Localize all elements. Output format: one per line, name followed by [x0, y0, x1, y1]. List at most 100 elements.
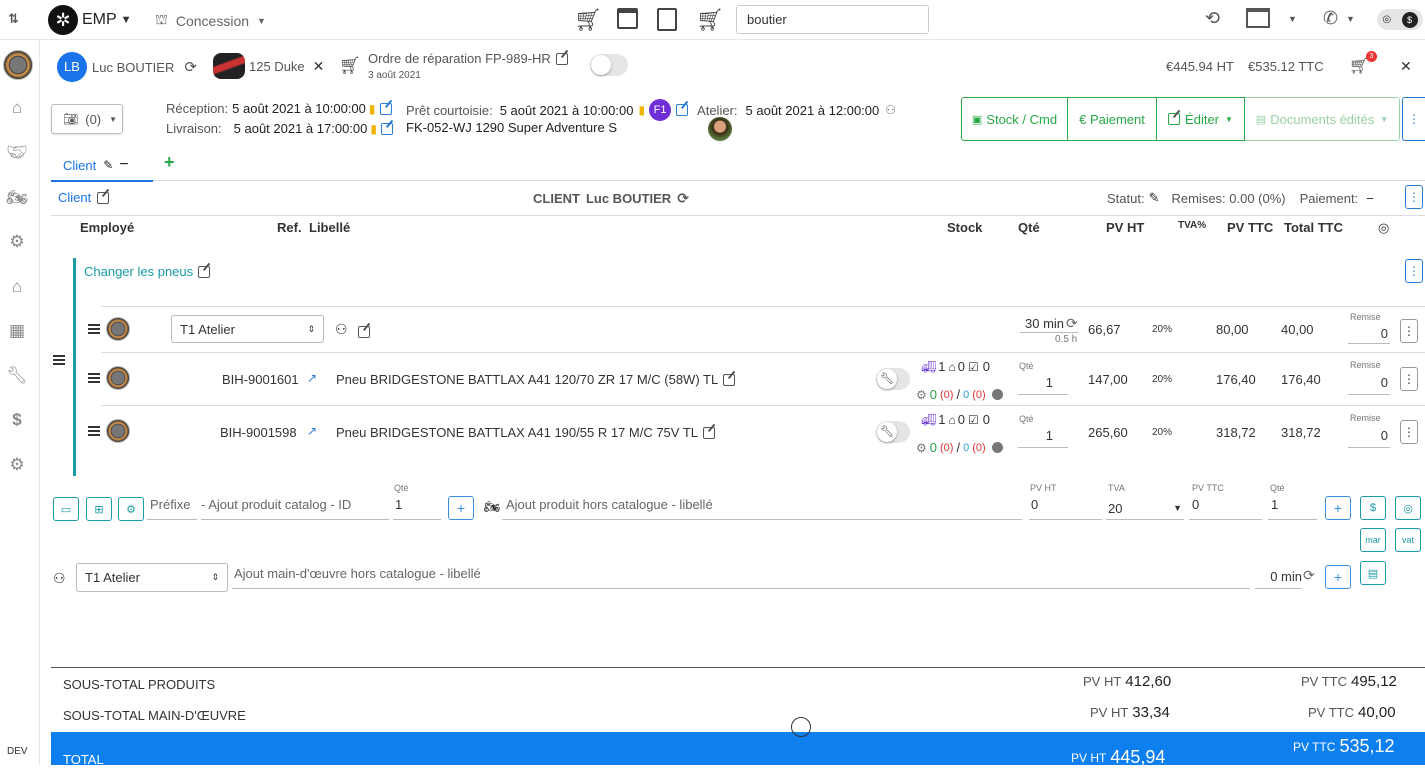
external-link-icon[interactable]: ↗ [307, 424, 317, 438]
home-icon[interactable]: ⌂ [6, 97, 28, 119]
edit-icon[interactable] [723, 373, 736, 386]
photos-dropdown[interactable]: 📷︎ (0) ▼ [51, 104, 123, 134]
garage-stock-icon[interactable] [1246, 8, 1270, 28]
row-menu[interactable]: ⋮ [1400, 420, 1418, 444]
editer-button[interactable]: Éditer ▼ [1157, 97, 1245, 141]
chevron-down-icon[interactable]: ▼ [1346, 14, 1355, 24]
vehicle-chip[interactable]: 125 Duke ✕ [213, 53, 324, 79]
comment-button[interactable]: ▭ [53, 497, 79, 521]
add-labor-atelier-select[interactable]: T1 Atelier ⇕ [76, 563, 228, 592]
edit-icon[interactable] [358, 325, 370, 338]
order-toggle[interactable] [590, 54, 628, 76]
paiement-button[interactable]: € Paiement [1068, 97, 1157, 141]
row-menu[interactable]: ⋮ [1400, 367, 1418, 391]
add-labor-input[interactable]: Ajout main-d'œuvre hors catalogue - libe… [232, 566, 1250, 589]
employee-avatar[interactable] [106, 366, 130, 390]
parts-button[interactable]: ⚙ [118, 497, 144, 521]
employee-avatar[interactable] [106, 317, 130, 341]
external-link-icon[interactable]: ↗ [307, 371, 317, 385]
close-icon[interactable]: ✕ [313, 58, 325, 75]
vat-button[interactable]: vat [1395, 528, 1421, 552]
refresh-icon[interactable]: ⟳ [184, 58, 197, 76]
documents-button[interactable]: ▤ Documents édités ▼ [1245, 97, 1400, 141]
stock-cmd-button[interactable]: ▣ Stock / Cmd [961, 97, 1068, 141]
product-qte-input[interactable]: 1 [1018, 375, 1068, 395]
hierarchy-button[interactable]: ⊞ [86, 497, 112, 521]
row-drag-handle[interactable] [88, 324, 100, 334]
currency-button[interactable]: $ [1360, 496, 1386, 520]
pvttc-input[interactable]: 0 [1189, 497, 1262, 520]
columns-settings-icon[interactable]: ◎ [1378, 220, 1389, 236]
user-settings-icon[interactable]: ⚇ [335, 321, 348, 338]
labor-atelier-select[interactable]: T1 Atelier ⇕ [171, 315, 324, 343]
minus-icon[interactable]: − [119, 156, 128, 174]
tva-select[interactable]: 20 ▼ [1106, 497, 1184, 520]
cart-moto-icon[interactable]: 🛒︎ [696, 7, 724, 33]
edit-icon[interactable] [380, 122, 393, 135]
calendar-moto-icon[interactable] [617, 8, 638, 29]
refresh-icon[interactable]: ⟳ [677, 190, 689, 207]
garage-icon[interactable]: ⌂ [6, 276, 28, 298]
product-ref[interactable]: BIH-9001598 [220, 425, 297, 440]
row-menu[interactable]: ⋮ [1400, 319, 1418, 343]
close-order-icon[interactable]: ✕ [1400, 58, 1412, 75]
edit-icon[interactable] [555, 52, 568, 65]
search-input[interactable] [737, 6, 928, 33]
edit-icon[interactable] [379, 102, 392, 115]
catalog-id-input[interactable]: - Ajout produit catalog - ID [201, 497, 389, 520]
labor-duration[interactable]: 30 min ⟳ [1020, 315, 1078, 333]
client-link[interactable]: Client [58, 190, 110, 205]
catalog-qte-input[interactable]: 1 [393, 497, 441, 520]
clipboard-edit-icon[interactable] [657, 8, 677, 31]
row-drag-handle[interactable] [88, 426, 100, 436]
pencil-icon[interactable]: ✎ [103, 158, 113, 172]
add-hors-product-button[interactable]: + [1325, 496, 1351, 520]
handshake-icon[interactable]: 🤝︎ [6, 142, 28, 164]
motorcycle-icon[interactable]: 🏍︎ [6, 187, 28, 209]
user-avatar[interactable] [3, 50, 33, 80]
prefix-input[interactable]: Préfixe [147, 497, 197, 520]
menu-toggle-icon[interactable]: ⇅ [8, 11, 19, 27]
edit-icon[interactable] [676, 104, 689, 116]
phone-icon[interactable]: ✆ [1323, 8, 1338, 29]
chevron-down-icon[interactable]: ▼ [1288, 14, 1297, 24]
clipboard-icon[interactable]: ▮ [370, 122, 377, 136]
price-visibility-toggle[interactable]: ◎ $ [1377, 9, 1423, 30]
pvht-input[interactable]: 0 [1029, 497, 1102, 520]
tire-button[interactable]: ◎ [1395, 496, 1421, 520]
refresh-icon[interactable]: ⟳ [1066, 315, 1078, 332]
product-qte-input[interactable]: 1 [1018, 428, 1068, 448]
hors-catalogue-input[interactable]: Ajout produit hors catalogue - libellé [502, 497, 1022, 520]
group-menu[interactable]: ⋮ [1405, 259, 1423, 283]
brand-menu[interactable]: ✲ EMP ▼ [48, 5, 132, 35]
user-icon[interactable]: ⚇ [885, 103, 896, 117]
add-labor-duration[interactable]: 0 min [1255, 566, 1302, 589]
clipboard-icon[interactable]: ▮ [638, 103, 645, 117]
labor-document-button[interactable]: ▤ [1360, 561, 1386, 585]
group-title[interactable]: Changer les pneus [84, 264, 211, 279]
product-ref[interactable]: BIH-9001601 [222, 372, 299, 387]
cart-icon[interactable]: 🛒︎ [574, 7, 602, 33]
add-labor-button[interactable]: + [1325, 565, 1351, 589]
add-catalog-product-button[interactable]: + [448, 496, 474, 520]
concession-dropdown[interactable]: ⛫ Concession ▼ [155, 11, 266, 30]
labor-remise-input[interactable]: 0 [1348, 326, 1390, 344]
row-drag-handle[interactable] [88, 373, 100, 383]
product-remise-input[interactable]: 0 [1348, 375, 1390, 395]
edit-icon[interactable] [198, 265, 211, 278]
refresh-icon[interactable]: ⟳ [1303, 567, 1315, 584]
client-chip[interactable]: LB Luc BOUTIER ⟳ [57, 52, 197, 82]
mar-button[interactable]: mar [1360, 528, 1386, 552]
edit-icon[interactable] [703, 426, 716, 439]
history-icon[interactable]: ⟲ [1205, 8, 1220, 29]
mechanic-avatar[interactable] [708, 117, 732, 141]
pencil-icon[interactable]: ✎ [1149, 190, 1160, 206]
clipboard-icon[interactable]: ▮ [369, 102, 376, 116]
more-actions-button[interactable]: ⋮ [1402, 97, 1425, 141]
product-remise-input[interactable]: 0 [1348, 428, 1390, 448]
hors-qte-input[interactable]: 1 [1268, 497, 1317, 520]
add-tab-icon[interactable]: + [164, 152, 175, 173]
tab-client[interactable]: Client ✎ − [51, 150, 153, 182]
employee-avatar[interactable] [106, 419, 130, 443]
client-section-menu[interactable]: ⋮ [1405, 185, 1423, 209]
